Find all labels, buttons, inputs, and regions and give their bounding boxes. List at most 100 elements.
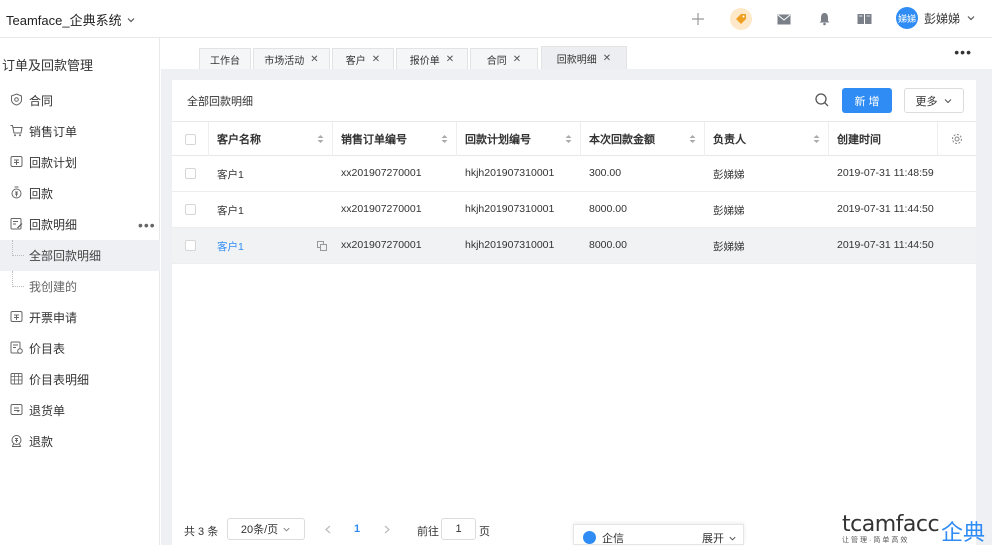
sort-icon[interactable] xyxy=(441,134,448,144)
prev-page-icon[interactable] xyxy=(324,525,332,534)
top-bar: Teamface_企典系统 娣娣 彭娣娣 xyxy=(0,0,992,38)
sidebar-item-label: 价目表明细 xyxy=(29,373,90,387)
sort-icon[interactable] xyxy=(689,134,696,144)
tab-marketing[interactable]: 市场活动 ✕ xyxy=(253,48,330,69)
sidebar-item-price-list[interactable]: 价目表 xyxy=(0,333,160,364)
tab-quote[interactable]: 报价单 ✕ xyxy=(396,48,468,69)
copy-icon[interactable] xyxy=(317,241,327,251)
tab-label: 市场活动 xyxy=(264,55,305,67)
sidebar-item-sales-order[interactable]: 销售订单 xyxy=(0,116,160,147)
contract-icon xyxy=(11,93,22,106)
table-row-hovered[interactable]: 客户1 xx201907270001 hkjh201907310001 8000… xyxy=(172,228,976,264)
column-header-customer[interactable]: 客户名称 xyxy=(209,122,333,156)
price-detail-icon xyxy=(10,373,23,385)
row-checkbox[interactable] xyxy=(185,240,196,251)
column-label: 客户名称 xyxy=(217,134,261,146)
sidebar-item-contract[interactable]: 合同 xyxy=(0,85,160,116)
app-switcher[interactable]: Teamface_企典系统 xyxy=(6,10,136,29)
user-menu[interactable]: 娣娣 彭娣娣 xyxy=(896,7,976,29)
sidebar-item-payment[interactable]: 回款 xyxy=(0,178,160,209)
sidebar-item-label: 价目表 xyxy=(29,342,66,356)
sidebar-item-price-detail[interactable]: 价目表明细 xyxy=(0,364,160,395)
cell-created-time: 2019-07-31 11:44:50 xyxy=(837,239,934,251)
cell-owner: 彭娣娣 xyxy=(713,241,745,253)
search-icon[interactable] xyxy=(814,92,830,108)
tab-label: 合同 xyxy=(486,55,507,67)
goto-label: 前往 xyxy=(417,526,439,538)
chevron-down-icon xyxy=(729,536,736,541)
bell-icon[interactable] xyxy=(814,9,834,29)
sort-icon[interactable] xyxy=(565,134,572,144)
cell-sales-order-no: xx201907270001 xyxy=(341,167,422,179)
cell-sales-order-no: xx201907270001 xyxy=(341,239,422,251)
sidebar-item-refund[interactable]: 退款 xyxy=(0,426,160,457)
goto-page-input[interactable]: 1 xyxy=(441,518,476,540)
user-name: 彭娣娣 xyxy=(924,11,961,26)
gear-icon[interactable] xyxy=(951,133,963,145)
tab-customer[interactable]: 客户 ✕ xyxy=(332,48,394,69)
sidebar-item-payment-plan[interactable]: 回款计划 xyxy=(0,147,160,178)
close-icon[interactable]: ✕ xyxy=(513,54,521,65)
column-header-created-time[interactable]: 创建时间 xyxy=(829,122,938,156)
more-options-icon[interactable]: ••• xyxy=(138,217,156,233)
sidebar-item-payment-detail[interactable]: 回款明细 ••• xyxy=(0,209,160,240)
sort-icon[interactable] xyxy=(813,134,820,144)
close-icon[interactable]: ✕ xyxy=(603,53,611,64)
sidebar-subitem-created-by-me[interactable]: 我创建的 xyxy=(0,271,160,302)
sidebar-item-label: 退款 xyxy=(29,435,54,449)
page-unit-label: 页 xyxy=(479,526,490,538)
add-icon[interactable] xyxy=(688,9,708,29)
more-options-icon[interactable]: ••• xyxy=(954,44,972,60)
app-title: Teamface_企典系统 xyxy=(6,13,122,28)
table-row[interactable]: 客户1 xx201907270001 hkjh201907310001 300.… xyxy=(172,156,976,192)
next-page-icon[interactable] xyxy=(383,525,391,534)
cell-customer[interactable]: 客户1 xyxy=(217,167,244,182)
tab-payment-detail[interactable]: 回款明细 ✕ xyxy=(541,46,627,69)
cell-created-time: 2019-07-31 11:44:50 xyxy=(837,203,934,215)
cell-owner: 彭娣娣 xyxy=(713,169,745,181)
tab-workbench[interactable]: 工作台 xyxy=(199,48,251,69)
column-label: 销售订单编号 xyxy=(341,134,407,146)
watermark-slogan: 让管理·简单高效 xyxy=(842,537,910,544)
tab-label: 回款明细 xyxy=(556,54,597,66)
column-settings-cell xyxy=(938,122,976,156)
cell-amount: 8000.00 xyxy=(589,203,627,215)
sort-icon[interactable] xyxy=(317,134,324,144)
expand-chat-button[interactable]: 展开 xyxy=(702,530,737,546)
cell-sales-order-no: xx201907270001 xyxy=(341,203,422,215)
sidebar-item-return-order[interactable]: 退货单 xyxy=(0,395,160,426)
chat-bar[interactable]: 企信 展开 xyxy=(573,524,744,545)
column-label: 本次回款金额 xyxy=(589,134,655,146)
more-dropdown-button[interactable]: 更多 xyxy=(904,88,964,113)
tag-icon[interactable] xyxy=(730,8,752,30)
row-checkbox[interactable] xyxy=(185,168,196,179)
column-header-owner[interactable]: 负责人 xyxy=(705,122,829,156)
table-row[interactable]: 客户1 xx201907270001 hkjh201907310001 8000… xyxy=(172,192,976,228)
add-button[interactable]: 新 增 xyxy=(842,88,892,113)
column-header-amount[interactable]: 本次回款金额 xyxy=(581,122,705,156)
refund-icon xyxy=(11,435,22,447)
close-icon[interactable]: ✕ xyxy=(372,54,380,65)
close-icon[interactable]: ✕ xyxy=(310,54,318,65)
close-icon[interactable]: ✕ xyxy=(446,54,454,65)
page-size-select[interactable]: 20条/页 xyxy=(227,518,305,540)
column-header-sales-order-no[interactable]: 销售订单编号 xyxy=(333,122,457,156)
select-all-checkbox[interactable] xyxy=(185,134,196,145)
tree-line xyxy=(12,286,24,287)
watermark-logo-cn: 企典 xyxy=(941,520,986,545)
expand-label: 展开 xyxy=(702,533,724,545)
cell-customer-link[interactable]: 客户1 xyxy=(217,239,244,254)
cell-customer[interactable]: 客户1 xyxy=(217,203,244,218)
row-checkbox[interactable] xyxy=(185,204,196,215)
column-header-payment-plan-no[interactable]: 回款计划编号 xyxy=(457,122,581,156)
sidebar-subitem-all-payment-details[interactable]: 全部回款明细 xyxy=(0,240,160,271)
chevron-down-icon xyxy=(283,527,290,532)
sidebar-item-label: 全部回款明细 xyxy=(29,249,102,263)
sidebar-item-invoice[interactable]: 开票申请 xyxy=(0,302,160,333)
invoice-icon xyxy=(10,311,23,322)
book-icon[interactable] xyxy=(854,9,874,29)
sidebar-item-label: 销售订单 xyxy=(29,125,78,139)
mail-icon[interactable] xyxy=(774,9,794,29)
tab-contract[interactable]: 合同 ✕ xyxy=(470,48,538,69)
current-page[interactable]: 1 xyxy=(354,523,360,535)
